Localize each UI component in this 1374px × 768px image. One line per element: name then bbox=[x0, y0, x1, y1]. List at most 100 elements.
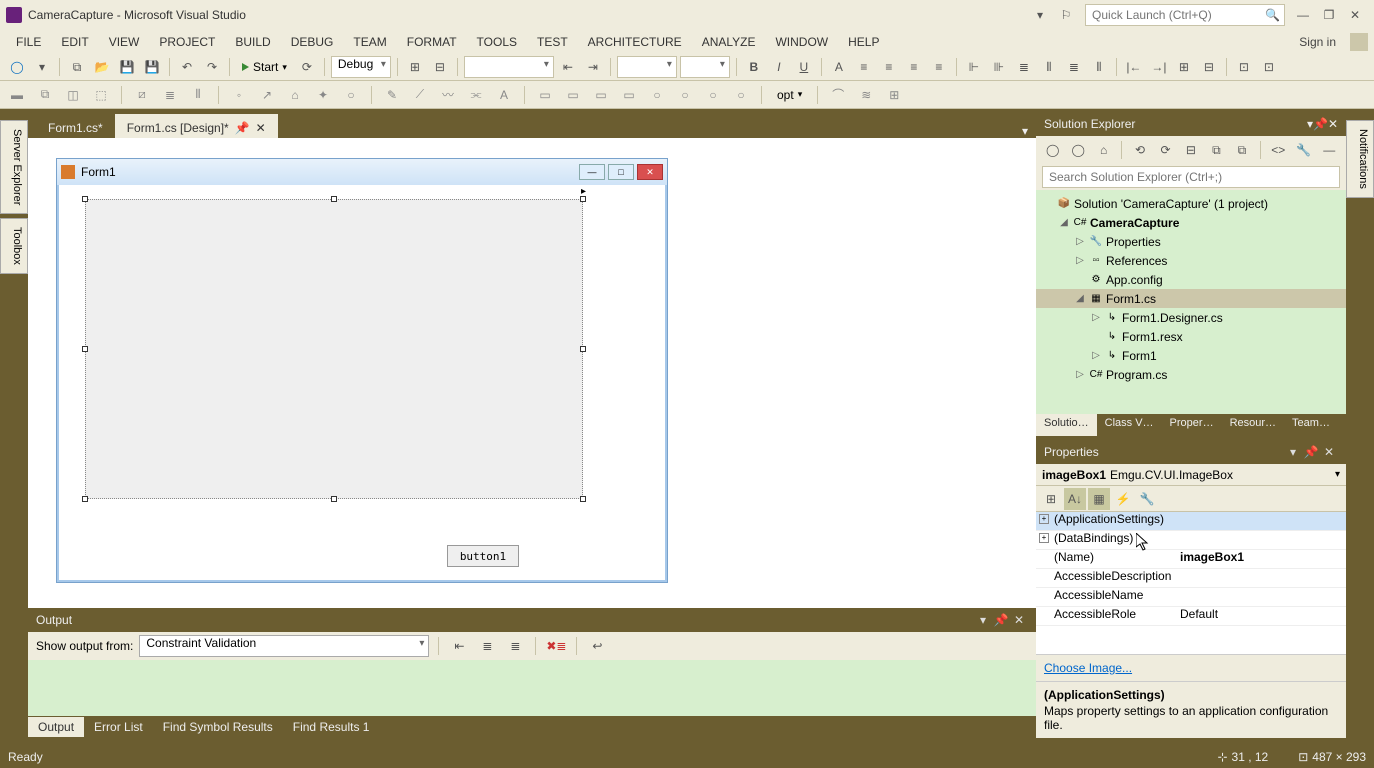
bottom-tab-find-symbol-results[interactable]: Find Symbol Results bbox=[153, 717, 283, 737]
props-alpha-icon[interactable]: A↓ bbox=[1064, 488, 1086, 510]
close-window-button[interactable]: ✕ bbox=[1342, 5, 1368, 25]
bottom-tab-find-results-1[interactable]: Find Results 1 bbox=[283, 717, 380, 737]
tree-item-2[interactable]: ▷🔧Properties bbox=[1036, 232, 1346, 251]
layout-icon-4[interactable]: ⫴ bbox=[1038, 56, 1060, 78]
se-sync-icon[interactable]: ⟲ bbox=[1129, 139, 1150, 161]
nav-back-button[interactable]: ◯ bbox=[6, 56, 28, 78]
se-back-icon[interactable]: ◯ bbox=[1042, 139, 1063, 161]
menu-build[interactable]: BUILD bbox=[225, 33, 280, 51]
menu-format[interactable]: FORMAT bbox=[397, 33, 467, 51]
t2-11[interactable]: ✦ bbox=[312, 84, 334, 106]
align-justify-icon[interactable]: ≡ bbox=[928, 56, 950, 78]
prop-row-2[interactable]: (Name)imageBox1 bbox=[1036, 550, 1346, 569]
form-designer-window[interactable]: Form1 — □ ✕ ▸ bbox=[56, 158, 668, 583]
props-categorized-icon[interactable]: ⊞ bbox=[1040, 488, 1062, 510]
props-object-selector[interactable]: imageBox1 Emgu.CV.UI.ImageBox ▾ bbox=[1036, 464, 1346, 486]
t2-15[interactable]: 〰 bbox=[437, 84, 459, 106]
doc-tab-0[interactable]: Form1.cs* bbox=[36, 114, 115, 138]
se-showall-icon[interactable]: ⧉ bbox=[1206, 139, 1227, 161]
tb-icon-d[interactable]: ⇥ bbox=[582, 56, 604, 78]
panel-dropdown-icon[interactable]: ▾ bbox=[974, 611, 992, 629]
underline-icon[interactable]: U bbox=[793, 56, 815, 78]
tree-item-3[interactable]: ▷▫▫References bbox=[1036, 251, 1346, 270]
t2-13[interactable]: ✎ bbox=[381, 84, 403, 106]
doc-tab-1[interactable]: Form1.cs [Design]*📌✕ bbox=[115, 114, 278, 138]
t2-5[interactable]: ⧄ bbox=[131, 84, 153, 106]
t2-21[interactable]: ▭ bbox=[618, 84, 640, 106]
se-tab-4[interactable]: Team… bbox=[1284, 414, 1338, 436]
tb-combo-1[interactable] bbox=[464, 56, 554, 78]
t2-26[interactable]: ⌒ bbox=[827, 84, 849, 106]
open-file-icon[interactable]: 📂 bbox=[91, 56, 113, 78]
menu-file[interactable]: FILE bbox=[6, 33, 51, 51]
user-avatar-icon[interactable] bbox=[1350, 33, 1368, 51]
menu-view[interactable]: VIEW bbox=[99, 33, 150, 51]
se-wrench-icon[interactable]: 🔧 bbox=[1293, 139, 1314, 161]
prop-row-4[interactable]: AccessibleName bbox=[1036, 588, 1346, 607]
out-btn-clear[interactable]: ✖≣ bbox=[545, 635, 567, 657]
se-pin-icon[interactable]: 📌 bbox=[1313, 117, 1328, 131]
layout-icon-5[interactable]: ≣ bbox=[1063, 56, 1085, 78]
menu-debug[interactable]: DEBUG bbox=[281, 33, 344, 51]
tb-icon-c[interactable]: ⇤ bbox=[557, 56, 579, 78]
browser-link-refresh-icon[interactable]: ⟳ bbox=[296, 56, 318, 78]
t2-27[interactable]: ≋ bbox=[855, 84, 877, 106]
opt-button[interactable]: opt▾ bbox=[771, 84, 808, 106]
layout-icon-2[interactable]: ⊪ bbox=[988, 56, 1010, 78]
doc-tab-pin-icon[interactable]: 📌 bbox=[235, 121, 250, 135]
out-btn-1[interactable]: ⇤ bbox=[448, 635, 470, 657]
bottom-tab-error-list[interactable]: Error List bbox=[84, 717, 153, 737]
bold-icon[interactable]: B bbox=[743, 56, 765, 78]
tb-combo-2[interactable] bbox=[617, 56, 677, 78]
t2-24[interactable]: ○ bbox=[702, 84, 724, 106]
layout-icon-7[interactable]: |← bbox=[1123, 56, 1145, 78]
tree-item-0[interactable]: 📦Solution 'CameraCapture' (1 project) bbox=[1036, 194, 1346, 213]
start-button[interactable]: Start ▾ bbox=[236, 56, 293, 78]
props-props-icon[interactable]: ▦ bbox=[1088, 488, 1110, 510]
align-center-icon[interactable]: ≡ bbox=[878, 56, 900, 78]
layout-icon-11[interactable]: ⊡ bbox=[1233, 56, 1255, 78]
t2-7[interactable]: ⫴ bbox=[187, 84, 209, 106]
choose-image-link[interactable]: Choose Image... bbox=[1044, 661, 1132, 675]
new-project-icon[interactable]: ⧉ bbox=[66, 56, 88, 78]
se-more-icon[interactable]: — bbox=[1318, 139, 1339, 161]
out-btn-wrap[interactable]: ↩ bbox=[586, 635, 608, 657]
toolbox-tab[interactable]: Toolbox bbox=[0, 218, 28, 274]
notifications-flag-icon[interactable]: ⚐ bbox=[1055, 4, 1077, 26]
t2-20[interactable]: ▭ bbox=[590, 84, 612, 106]
search-icon[interactable]: 🔍 bbox=[1265, 8, 1280, 22]
tb-combo-3[interactable] bbox=[680, 56, 730, 78]
tree-item-5[interactable]: ◢▦Form1.cs bbox=[1036, 289, 1346, 308]
t2-17[interactable]: A bbox=[493, 84, 515, 106]
tb-icon-a[interactable]: ⊞ bbox=[404, 56, 426, 78]
tb-icon-b[interactable]: ⊟ bbox=[429, 56, 451, 78]
notifications-tab[interactable]: Notifications bbox=[1346, 120, 1374, 198]
layout-icon-1[interactable]: ⊩ bbox=[963, 56, 985, 78]
t2-3[interactable]: ◫ bbox=[62, 84, 84, 106]
t2-23[interactable]: ○ bbox=[674, 84, 696, 106]
menu-team[interactable]: TEAM bbox=[343, 33, 396, 51]
t2-1[interactable]: ▬ bbox=[6, 84, 28, 106]
panel-close-icon[interactable]: ✕ bbox=[1010, 611, 1028, 629]
menu-tools[interactable]: TOOLS bbox=[467, 33, 527, 51]
se-refresh-icon[interactable]: ⟳ bbox=[1155, 139, 1176, 161]
t2-16[interactable]: ⫘ bbox=[465, 84, 487, 106]
layout-icon-10[interactable]: ⊟ bbox=[1198, 56, 1220, 78]
restore-button[interactable]: ❐ bbox=[1316, 5, 1342, 25]
t2-22[interactable]: ○ bbox=[646, 84, 668, 106]
se-collapse-icon[interactable]: ⊟ bbox=[1180, 139, 1201, 161]
menu-analyze[interactable]: ANALYZE bbox=[692, 33, 766, 51]
prop-row-5[interactable]: AccessibleRoleDefault bbox=[1036, 607, 1346, 626]
panel-pin-icon[interactable]: 📌 bbox=[992, 611, 1010, 629]
prop-row-0[interactable]: +(ApplicationSettings) bbox=[1036, 512, 1346, 531]
menu-architecture[interactable]: ARCHITECTURE bbox=[578, 33, 692, 51]
props-pages-icon[interactable]: 🔧 bbox=[1136, 488, 1158, 510]
se-fwd-icon[interactable]: ◯ bbox=[1067, 139, 1088, 161]
se-search-input[interactable] bbox=[1042, 166, 1340, 188]
align-right-icon[interactable]: ≡ bbox=[903, 56, 925, 78]
t2-28[interactable]: ⊞ bbox=[883, 84, 905, 106]
menu-help[interactable]: HELP bbox=[838, 33, 889, 51]
t2-25[interactable]: ○ bbox=[730, 84, 752, 106]
feedback-icon[interactable]: ▾ bbox=[1029, 4, 1051, 26]
tree-item-4[interactable]: ⚙App.config bbox=[1036, 270, 1346, 289]
